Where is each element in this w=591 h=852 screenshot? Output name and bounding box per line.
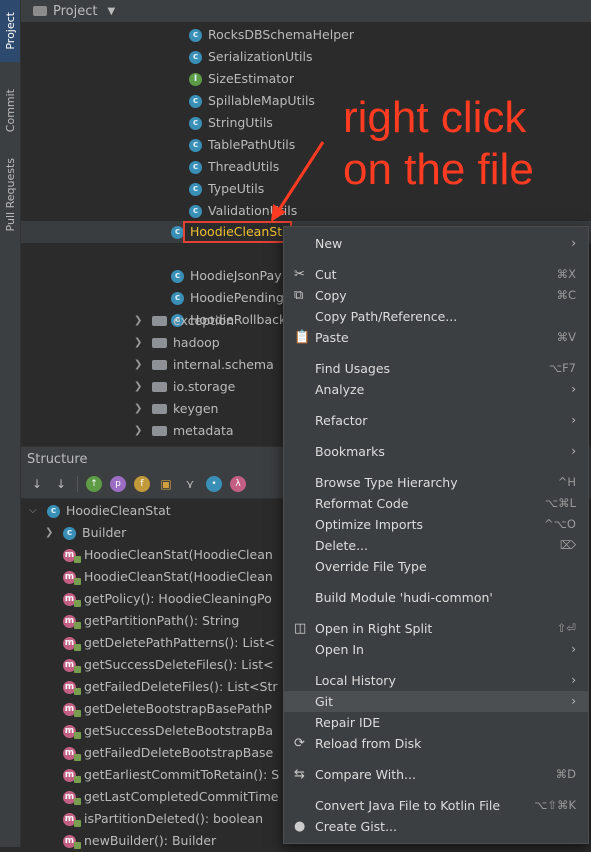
arrow-shaft bbox=[275, 141, 325, 214]
annotation-arrow bbox=[271, 141, 325, 222]
arrow-head bbox=[271, 204, 286, 222]
